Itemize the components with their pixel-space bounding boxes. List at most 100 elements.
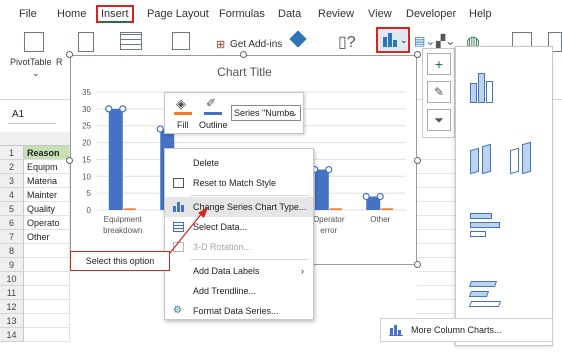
addin-icon[interactable] xyxy=(289,30,307,48)
column-chart-button[interactable]: ⌄ xyxy=(376,27,410,53)
bar-series-2 xyxy=(381,208,394,210)
pivot-dropdown-icon[interactable]: ⌄ xyxy=(32,68,40,79)
gridline xyxy=(417,285,455,286)
row-header[interactable]: 3 xyxy=(0,174,24,188)
grid-icon[interactable] xyxy=(120,32,142,50)
callout-arrow xyxy=(169,207,208,254)
outline-button[interactable]: ✐ Outline xyxy=(199,96,229,132)
pivot-table-label[interactable]: PivotTable xyxy=(10,57,52,67)
column-chart-icon-bar xyxy=(388,33,392,47)
recommended-charts-icon[interactable]: ▯? xyxy=(338,32,356,52)
row-header[interactable]: 10 xyxy=(0,272,24,286)
3d-bar-option[interactable] xyxy=(468,279,504,309)
chart-elements-button[interactable]: + xyxy=(427,53,451,75)
row-header[interactable]: 7 xyxy=(0,230,24,244)
name-box[interactable]: A1 xyxy=(8,108,56,124)
resize-handle[interactable] xyxy=(414,51,421,58)
cell-a[interactable]: Equipm xyxy=(24,160,70,174)
resize-handle[interactable] xyxy=(66,157,73,164)
filter-icon: ⏷ xyxy=(434,113,444,127)
row-header[interactable]: 12 xyxy=(0,300,24,314)
clustered-bar-option[interactable] xyxy=(468,211,504,241)
gridline xyxy=(417,215,455,216)
more-column-charts-button[interactable]: More Column Charts... xyxy=(380,318,553,342)
selection-marker xyxy=(119,105,127,113)
resize-handle[interactable] xyxy=(414,157,421,164)
clustered-column-option[interactable] xyxy=(468,69,504,105)
cell-a[interactable] xyxy=(24,244,70,258)
row-header[interactable]: 2 xyxy=(0,160,24,174)
chart-filters-button[interactable]: ⏷ xyxy=(427,109,451,131)
row-header[interactable]: 11 xyxy=(0,286,24,300)
resize-handle[interactable] xyxy=(66,51,73,58)
format-icon: ⚙ xyxy=(173,305,182,316)
3d-clustered-column-option[interactable] xyxy=(468,139,504,175)
cell-a[interactable]: Quality xyxy=(24,202,70,216)
tab-file[interactable]: File xyxy=(19,8,37,20)
menu-item-label: Delete xyxy=(193,158,220,168)
gallery-bar xyxy=(522,141,531,175)
tab-page-layout[interactable]: Page Layout xyxy=(147,8,209,20)
pivot-table-icon[interactable] xyxy=(24,32,44,52)
resize-handle[interactable] xyxy=(240,51,247,58)
row-header[interactable]: 13 xyxy=(0,314,24,328)
cell-a[interactable] xyxy=(24,314,70,328)
tab-insert[interactable]: Insert xyxy=(96,5,134,23)
tab-view[interactable]: View xyxy=(368,8,392,20)
cell-a[interactable]: Materia xyxy=(24,174,70,188)
tab-help[interactable]: Help xyxy=(469,8,492,20)
shapes-icon[interactable] xyxy=(172,32,190,50)
tab-formulas[interactable]: Formulas xyxy=(219,8,265,20)
tab-home[interactable]: Home xyxy=(57,8,86,20)
pie-chart-icon[interactable]: ▞⌄ xyxy=(436,34,455,48)
menu-item-reset-style[interactable]: Reset to Match Style xyxy=(165,173,313,193)
fill-button[interactable]: ◈ Fill xyxy=(171,96,197,132)
row-header[interactable]: 8 xyxy=(0,244,24,258)
fill-label: Fill xyxy=(177,120,189,130)
3d-column-option[interactable] xyxy=(508,139,544,175)
format-mini-toolbar: ◈ Fill ✐ Outline Series "Numbe ⌄ xyxy=(164,92,304,134)
row-header[interactable]: 1 xyxy=(0,146,24,160)
cell-a[interactable] xyxy=(24,328,70,342)
cell-a[interactable]: Reason xyxy=(24,146,70,160)
menu-item-add-data-labels[interactable]: Add Data Labels › xyxy=(165,261,313,281)
row-header[interactable]: 9 xyxy=(0,258,24,272)
gridline xyxy=(417,271,455,272)
line-chart-icon[interactable]: ▤⌄ xyxy=(414,34,435,48)
outline-color-swatch xyxy=(204,112,222,115)
tab-data[interactable]: Data xyxy=(278,8,301,20)
resize-handle[interactable] xyxy=(414,261,421,268)
callout-box: Select this option xyxy=(70,251,170,271)
cell-a[interactable]: Operato xyxy=(24,216,70,230)
plus-icon: + xyxy=(434,56,444,72)
row-header[interactable]: 4 xyxy=(0,188,24,202)
row-header[interactable]: 6 xyxy=(0,216,24,230)
tab-review[interactable]: Review xyxy=(318,8,354,20)
cell-a[interactable] xyxy=(24,286,70,300)
menu-item-add-trendline[interactable]: Add Trendline... xyxy=(165,281,313,301)
row-header[interactable]: 14 xyxy=(0,328,24,342)
cell-a[interactable]: Other xyxy=(24,230,70,244)
y-tick-label: 20 xyxy=(82,139,91,148)
menu-item-format-data-series[interactable]: ⚙ Format Data Series... xyxy=(165,301,313,321)
bar-series-2 xyxy=(329,208,342,210)
chart-styles-button[interactable]: ✎ xyxy=(427,81,451,103)
tab-developer[interactable]: Developer xyxy=(406,8,456,20)
cell-a[interactable] xyxy=(24,300,70,314)
x-tick-label: Equipment xyxy=(104,215,143,224)
series-select-value: Series "Numbe xyxy=(234,108,295,118)
bar-series-2 xyxy=(123,208,136,210)
cell-a[interactable] xyxy=(24,272,70,286)
menu-item-label: Add Data Labels xyxy=(193,266,260,276)
series-select[interactable]: Series "Numbe ⌄ xyxy=(231,105,301,121)
table-icon[interactable] xyxy=(78,32,94,52)
bar-series-1 xyxy=(108,108,123,210)
y-tick-label: 35 xyxy=(82,88,91,97)
get-addins-button[interactable]: Get Add-ins xyxy=(230,39,282,50)
cell-a[interactable]: Mainter xyxy=(24,188,70,202)
cell-a[interactable] xyxy=(24,258,70,272)
gridline xyxy=(417,243,455,244)
pen-icon: ✐ xyxy=(206,96,217,110)
row-header[interactable]: 5 xyxy=(0,202,24,216)
menu-item-delete[interactable]: Delete xyxy=(165,153,313,173)
